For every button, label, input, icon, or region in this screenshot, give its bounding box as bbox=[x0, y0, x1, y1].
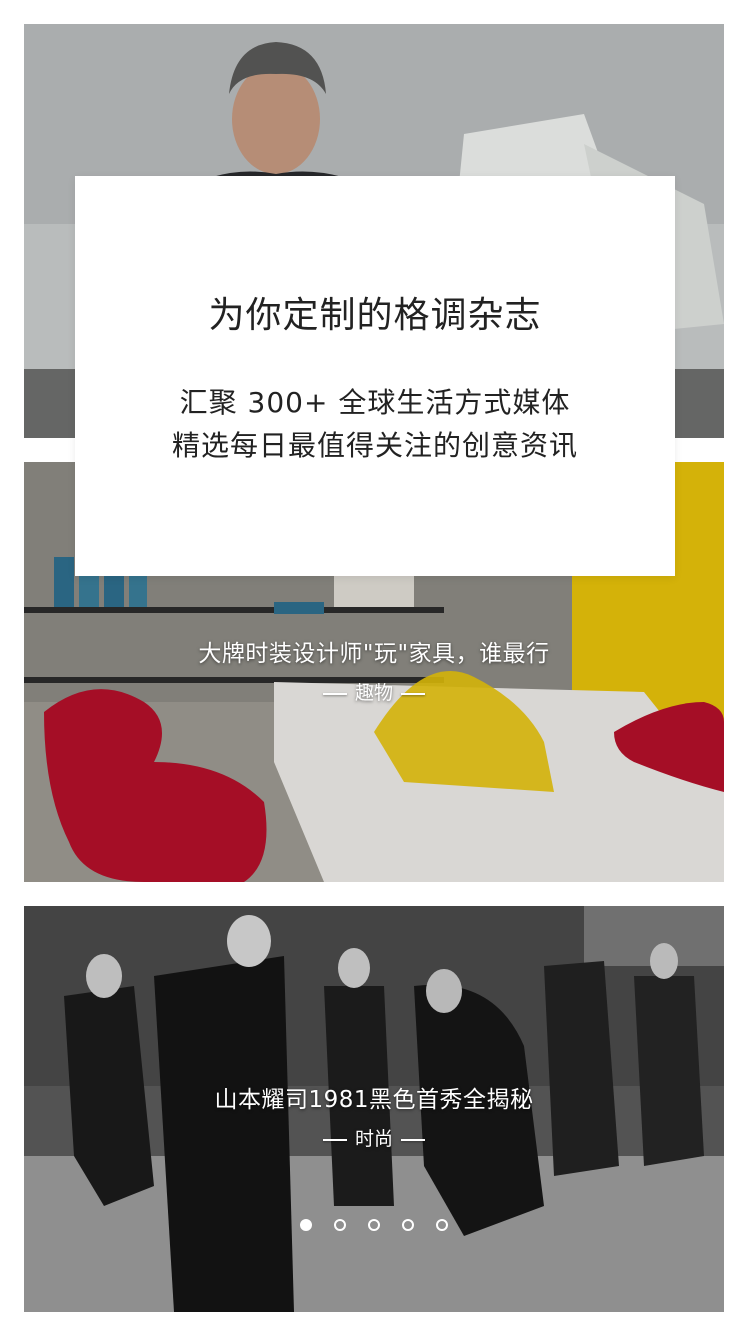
pagination-dots bbox=[0, 1216, 748, 1236]
intro-title: 为你定制的格调杂志 bbox=[208, 295, 542, 336]
article-2-category: 趣物 bbox=[24, 678, 724, 705]
article-card-3[interactable]: 山本耀司1981黑色首秀全揭秘 时尚 bbox=[24, 906, 724, 1312]
article-3-category: 时尚 bbox=[24, 1124, 724, 1151]
article-3-headline: 山本耀司1981黑色首秀全揭秘 bbox=[214, 1087, 534, 1113]
intro-subtitle-line-2: 精选每日最值得关注的创意资讯 bbox=[171, 429, 578, 462]
page-dot-2[interactable] bbox=[334, 1219, 346, 1231]
article-3-category-label: 时尚 bbox=[354, 1128, 393, 1150]
dash-right bbox=[401, 692, 425, 695]
intro-subtitle-line-1: 汇聚 300+ 全球生活方式媒体 bbox=[179, 386, 571, 419]
dash-left bbox=[322, 1138, 347, 1141]
page-dot-1[interactable] bbox=[300, 1219, 312, 1231]
intro-card: 为你定制的格调杂志 汇聚 300+ 全球生活方式媒体 精选每日最值得关注的创意资… bbox=[75, 176, 675, 576]
dash-right bbox=[401, 1138, 425, 1141]
page-dot-4[interactable] bbox=[402, 1219, 414, 1231]
page-dot-3[interactable] bbox=[368, 1219, 380, 1231]
article-2-headline: 大牌时装设计师"玩"家具，谁最行 bbox=[198, 641, 550, 667]
page-dot-5[interactable] bbox=[436, 1219, 448, 1231]
dash-left bbox=[322, 692, 347, 695]
article-2-category-label: 趣物 bbox=[354, 682, 393, 704]
